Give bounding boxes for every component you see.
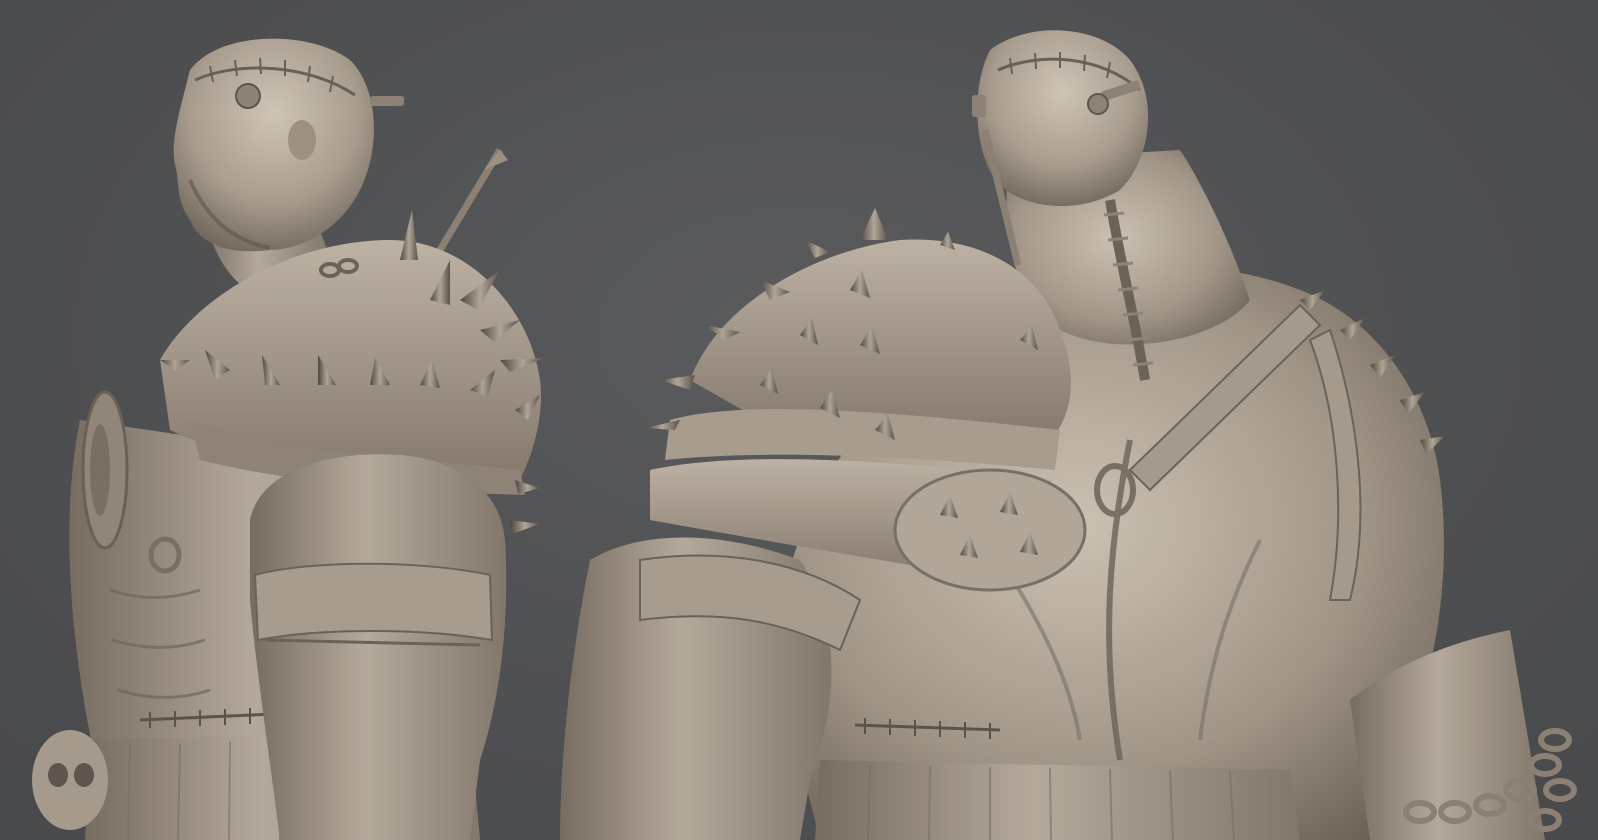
side-view-render [32, 38, 545, 840]
sculpt-render-image [32, 30, 1577, 840]
back-view-render [560, 30, 1577, 840]
viewport [0, 0, 1598, 840]
